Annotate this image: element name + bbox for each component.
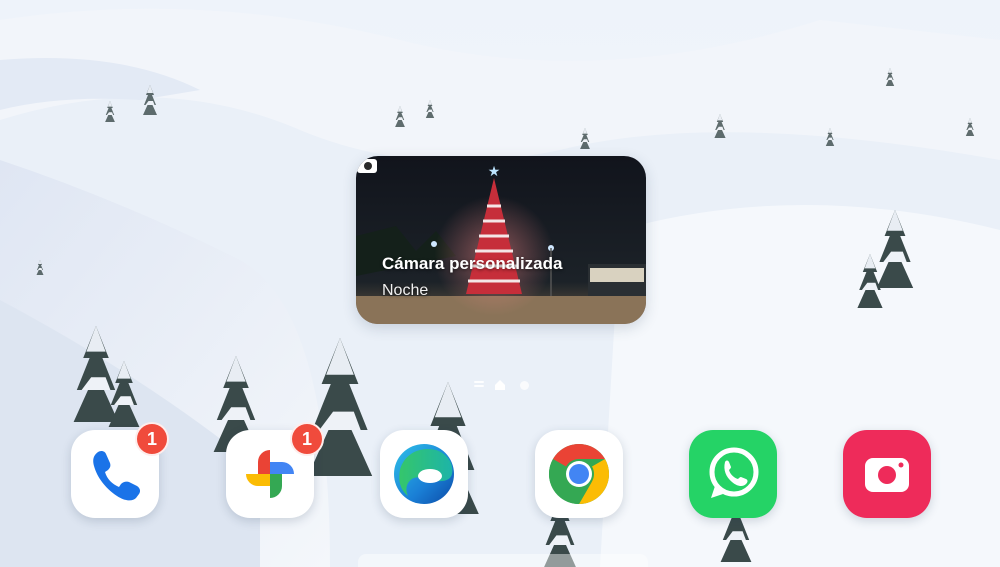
camera-icon (865, 458, 909, 492)
google-photos-app[interactable]: 1 (226, 422, 324, 518)
page-indicator[interactable] (470, 378, 534, 392)
edge-icon (394, 444, 454, 504)
whatsapp-app[interactable] (689, 430, 777, 518)
svg-text:★: ★ (488, 164, 501, 180)
chrome-app[interactable] (535, 430, 623, 518)
dock-handle (358, 554, 648, 567)
phone-app[interactable]: 1 (71, 422, 169, 518)
chrome-icon (548, 444, 610, 504)
page-list-icon[interactable] (474, 381, 484, 389)
home-page-icon[interactable] (494, 379, 506, 391)
camera-shortcut-widget[interactable]: ★ Cámara personalizada Noche (356, 156, 646, 324)
camera-icon (357, 157, 377, 173)
widget-title: Cámara personalizada (382, 254, 563, 273)
widget-subtitle: Noche (382, 282, 429, 299)
notification-badge: 1 (135, 422, 169, 456)
notification-badge: 1 (290, 422, 324, 456)
page-dot[interactable] (520, 381, 529, 390)
edge-app[interactable] (380, 430, 468, 518)
camera-app[interactable] (843, 430, 931, 518)
whatsapp-icon (709, 447, 759, 498)
